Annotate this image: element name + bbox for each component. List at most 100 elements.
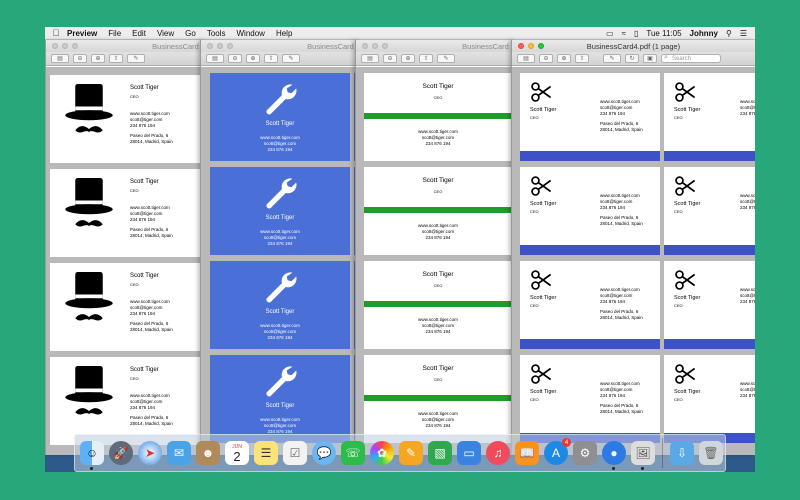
window-titlebar[interactable]: BusinessCard: [46, 40, 205, 52]
calendar-icon[interactable]: JUN 2: [225, 441, 249, 465]
system-preferences-icon[interactable]: ⚙: [573, 441, 597, 465]
reminders-icon[interactable]: ☑: [283, 441, 307, 465]
airplay-icon[interactable]: ▭: [606, 29, 614, 38]
notification-center-icon[interactable]: ☰: [740, 29, 747, 38]
share-button[interactable]: ⇧: [575, 54, 589, 63]
preview-window-2[interactable]: BusinessCard ▤ ⊖ ⊕ ⇧ ✎ Scott Tiger www.sc…: [200, 40, 360, 455]
sidebar-toggle-button[interactable]: ▤: [206, 54, 224, 63]
battery-icon[interactable]: ▯: [634, 29, 638, 38]
document-area[interactable]: Scott Tiger CEO www.scott.tiger.com scott@t…: [46, 67, 205, 455]
user-name[interactable]: Johnny: [690, 29, 718, 38]
rotate-button[interactable]: ↻: [625, 54, 639, 63]
zoom-button[interactable]: [382, 43, 388, 49]
share-button[interactable]: ⇧: [419, 54, 433, 63]
window-titlebar[interactable]: BusinessCard: [201, 40, 360, 52]
markup-button[interactable]: ✎: [437, 54, 455, 63]
menu-go[interactable]: Go: [185, 29, 196, 38]
facetime-icon[interactable]: ☏: [341, 441, 365, 465]
zoom-out-button[interactable]: ⊖: [539, 54, 553, 63]
business-card-scissors: Scott Tiger CEO www.scott.tiger.comscott@t…: [664, 73, 755, 161]
zoom-out-button[interactable]: ⊖: [73, 54, 87, 63]
close-button[interactable]: [207, 43, 213, 49]
trash-icon[interactable]: 🗑: [699, 441, 723, 465]
zoom-in-button[interactable]: ⊕: [246, 54, 260, 63]
preview-window-3[interactable]: BusinessCard ▤ ⊖ ⊕ ⇧ ✎ Scott Tiger CEO www…: [355, 40, 515, 455]
spotlight-icon[interactable]: ⚲: [726, 29, 732, 38]
card-address-1: Paseo del Prado, 6: [600, 309, 639, 314]
sidebar-toggle-button[interactable]: ▤: [361, 54, 379, 63]
close-button[interactable]: [52, 43, 58, 49]
card-email: scott@tiger.com: [740, 199, 755, 204]
safari-icon[interactable]: ➤: [138, 441, 162, 465]
window-titlebar[interactable]: BusinessCard4.pdf (1 page): [512, 40, 755, 52]
document-area[interactable]: Scott Tiger CEO www.scott.tiger.com scott@t…: [356, 67, 515, 455]
card-phone: 234 876 194: [267, 147, 293, 152]
document-area[interactable]: Scott Tiger CEO www.scott.tiger.com scott@t…: [512, 67, 755, 455]
zoom-out-button[interactable]: ⊖: [228, 54, 242, 63]
zoom-in-button[interactable]: ⊕: [557, 54, 571, 63]
window-title: BusinessCard: [307, 41, 354, 51]
menu-view[interactable]: View: [157, 29, 174, 38]
document-area[interactable]: Scott Tiger www.scott.tiger.com scott@tige…: [201, 67, 360, 455]
card-phone: 234 876 194: [425, 141, 451, 146]
zoom-in-button[interactable]: ⊕: [91, 54, 105, 63]
card-website: www.scott.tiger.com: [418, 129, 458, 134]
search-input[interactable]: Search: [661, 54, 721, 63]
music-icon[interactable]: ♫: [486, 441, 510, 465]
appstore-icon[interactable]: A4: [544, 438, 571, 465]
notes-icon[interactable]: ☰: [254, 441, 278, 465]
close-button[interactable]: [362, 43, 368, 49]
minimize-button[interactable]: [372, 43, 378, 49]
zoom-button[interactable]: [227, 43, 233, 49]
gamecenter-icon[interactable]: ●: [602, 441, 626, 470]
markup-button[interactable]: ✎: [282, 54, 300, 63]
photos-icon[interactable]: ✿: [370, 441, 394, 465]
card-email: scott@tiger.com: [600, 293, 633, 298]
share-button[interactable]: ⇧: [264, 54, 278, 63]
wifi-icon[interactable]: ≈: [622, 29, 626, 38]
preview-window-1[interactable]: BusinessCard ▤ ⊖ ⊕ ⇧ ✎ Scott Tiger CEO www…: [45, 40, 205, 455]
dock: ☺ 🚀 ➤ ✉ ☻ JUN 2 ☰ ☑ 💬 ☏ ✿ ✎ ▧ ▭ ♫ 📖 A4 ⚙…: [74, 434, 726, 472]
card-email: scott@tiger.com: [740, 387, 755, 392]
downloads-icon[interactable]: ⇩: [670, 441, 694, 465]
menu-tools[interactable]: Tools: [207, 29, 226, 38]
apple-menu-icon[interactable]: : [45, 28, 67, 38]
sidebar-toggle-button[interactable]: ▤: [51, 54, 69, 63]
zoom-out-button[interactable]: ⊖: [383, 54, 397, 63]
mail-icon[interactable]: ✉: [167, 441, 191, 465]
keynote-icon[interactable]: ▭: [457, 441, 481, 465]
minimize-button[interactable]: [217, 43, 223, 49]
messages-icon[interactable]: 💬: [312, 441, 336, 465]
preview-window-4[interactable]: BusinessCard4.pdf (1 page) ▤ ⊖ ⊕ ⇧ ✎ ↻ ▣…: [511, 40, 755, 455]
card-address-2: 28014, Madrid, Spain: [130, 327, 173, 332]
menu-preview[interactable]: Preview: [67, 29, 97, 38]
menu-edit[interactable]: Edit: [132, 29, 146, 38]
numbers-icon[interactable]: ▧: [428, 441, 452, 465]
zoom-in-button[interactable]: ⊕: [401, 54, 415, 63]
preview-icon[interactable]: 🖼: [631, 441, 655, 470]
share-button[interactable]: ⇧: [109, 54, 123, 63]
markup-button[interactable]: ✎: [127, 54, 145, 63]
zoom-button[interactable]: [72, 43, 78, 49]
window-toolbar: ▤ ⊖ ⊕ ⇧ ✎: [356, 52, 515, 66]
window-titlebar[interactable]: BusinessCard: [356, 40, 515, 52]
contacts-icon[interactable]: ☻: [196, 441, 220, 465]
card-name: Scott Tiger: [422, 365, 454, 372]
menu-file[interactable]: File: [108, 29, 121, 38]
indigo-accent-bar: [520, 151, 660, 161]
card-email: scott@tiger.com: [130, 305, 163, 310]
pages-icon[interactable]: ✎: [399, 441, 423, 465]
menu-window[interactable]: Window: [237, 29, 265, 38]
toolbox-button[interactable]: ▣: [643, 54, 657, 63]
finder-icon[interactable]: ☺: [80, 441, 104, 470]
sidebar-toggle-button[interactable]: ▤: [517, 54, 535, 63]
launchpad-icon[interactable]: 🚀: [109, 441, 133, 465]
books-icon[interactable]: 📖: [515, 441, 539, 465]
business-card-wrench: Scott Tiger www.scott.tiger.com scott@tige…: [210, 73, 350, 161]
menu-help[interactable]: Help: [276, 29, 292, 38]
markup-button[interactable]: ✎: [603, 54, 621, 63]
clock[interactable]: Tue 11:05: [646, 29, 681, 38]
minimize-button[interactable]: [62, 43, 68, 49]
window-title: BusinessCard: [152, 41, 199, 51]
wrench-icon: [262, 361, 300, 399]
